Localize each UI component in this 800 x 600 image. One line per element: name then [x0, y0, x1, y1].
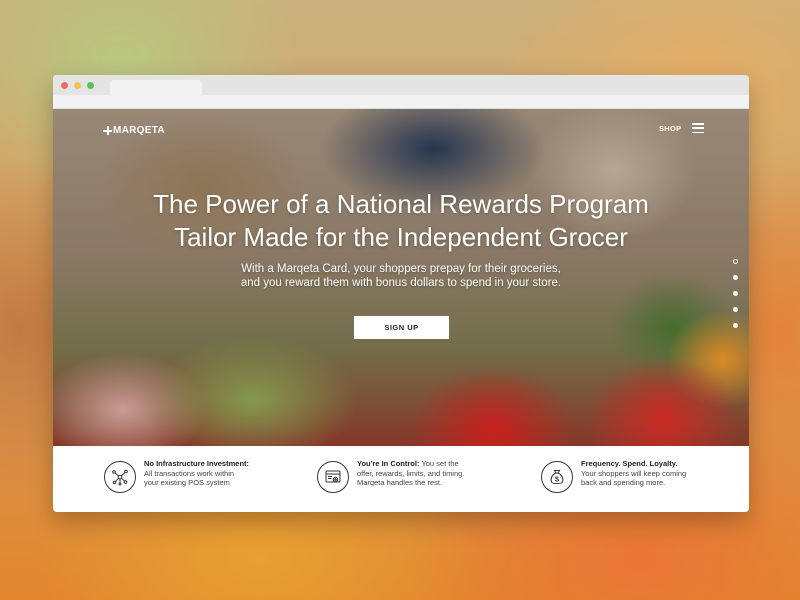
feature-line-2: offer, rewards, limits, and timing. — [357, 468, 465, 478]
minimize-window-button[interactable] — [74, 82, 81, 89]
hero-headline: The Power of a National Rewards Program … — [113, 188, 689, 254]
feature-title: You're In Control: — [357, 459, 420, 468]
shop-link[interactable]: SHOP — [659, 124, 681, 133]
feature-loyalty: $ Frequency. Spend. Loyalty. Your shoppe… — [541, 459, 711, 493]
browser-tab[interactable] — [110, 80, 202, 96]
feature-line-1: You set the — [421, 459, 459, 468]
money-bag-icon: $ — [541, 461, 573, 493]
sign-up-button[interactable]: SIGN UP — [354, 316, 449, 339]
features-strip: No Infrastructure Investment: All transa… — [53, 446, 749, 512]
logo-text: MARQETA — [113, 124, 165, 136]
carousel-dot-3[interactable] — [733, 291, 738, 296]
carousel-dot-1[interactable] — [733, 259, 738, 264]
feature-title: No Infrastructure Investment: — [144, 459, 250, 468]
hero-section: MARQETA SHOP The Power of a National Rew… — [53, 109, 749, 446]
browser-window: MARQETA SHOP The Power of a National Rew… — [53, 75, 749, 512]
feature-in-control: You're In Control: You set the offer, re… — [317, 459, 487, 493]
feature-line-2: back and spending more. — [581, 478, 666, 487]
maximize-window-button[interactable] — [87, 82, 94, 89]
feature-text: Frequency. Spend. Loyalty. Your shoppers… — [581, 459, 711, 488]
marqeta-logo[interactable]: MARQETA — [103, 123, 165, 137]
feature-title: Frequency. Spend. Loyalty. — [581, 459, 678, 468]
close-window-button[interactable] — [61, 82, 68, 89]
hamburger-menu-icon[interactable] — [692, 123, 704, 133]
browser-settings-icon — [317, 461, 349, 493]
feature-line-2: your existing POS system — [144, 478, 230, 487]
hero-subheadline: With a Marqeta Card, your shoppers prepa… — [193, 262, 609, 290]
feature-text: You're In Control: You set the offer, re… — [357, 459, 487, 488]
svg-text:$: $ — [555, 477, 559, 484]
browser-title-bar — [53, 75, 749, 96]
subline-line-1: With a Marqeta Card, your shoppers prepa… — [241, 263, 561, 275]
address-bar[interactable] — [53, 95, 749, 109]
feature-no-infrastructure: No Infrastructure Investment: All transa… — [104, 459, 274, 493]
feature-line-1: Your shoppers will keep coming — [581, 468, 687, 478]
feature-line-3: Marqeta handles the rest. — [357, 478, 443, 487]
headline-line-2: Tailor Made for the Independent Grocer — [174, 222, 628, 252]
carousel-dot-4[interactable] — [733, 307, 738, 312]
carousel-pagination — [733, 259, 739, 339]
carousel-dot-2[interactable] — [733, 275, 738, 280]
network-nodes-icon — [104, 461, 136, 493]
plus-icon — [103, 125, 112, 135]
feature-text: No Infrastructure Investment: All transa… — [144, 459, 274, 488]
subline-line-2: and you reward them with bonus dollars t… — [240, 277, 562, 289]
carousel-dot-5[interactable] — [733, 323, 738, 328]
feature-line-1: All transactions work within — [144, 468, 235, 478]
headline-line-1: The Power of a National Rewards Program — [153, 189, 649, 219]
